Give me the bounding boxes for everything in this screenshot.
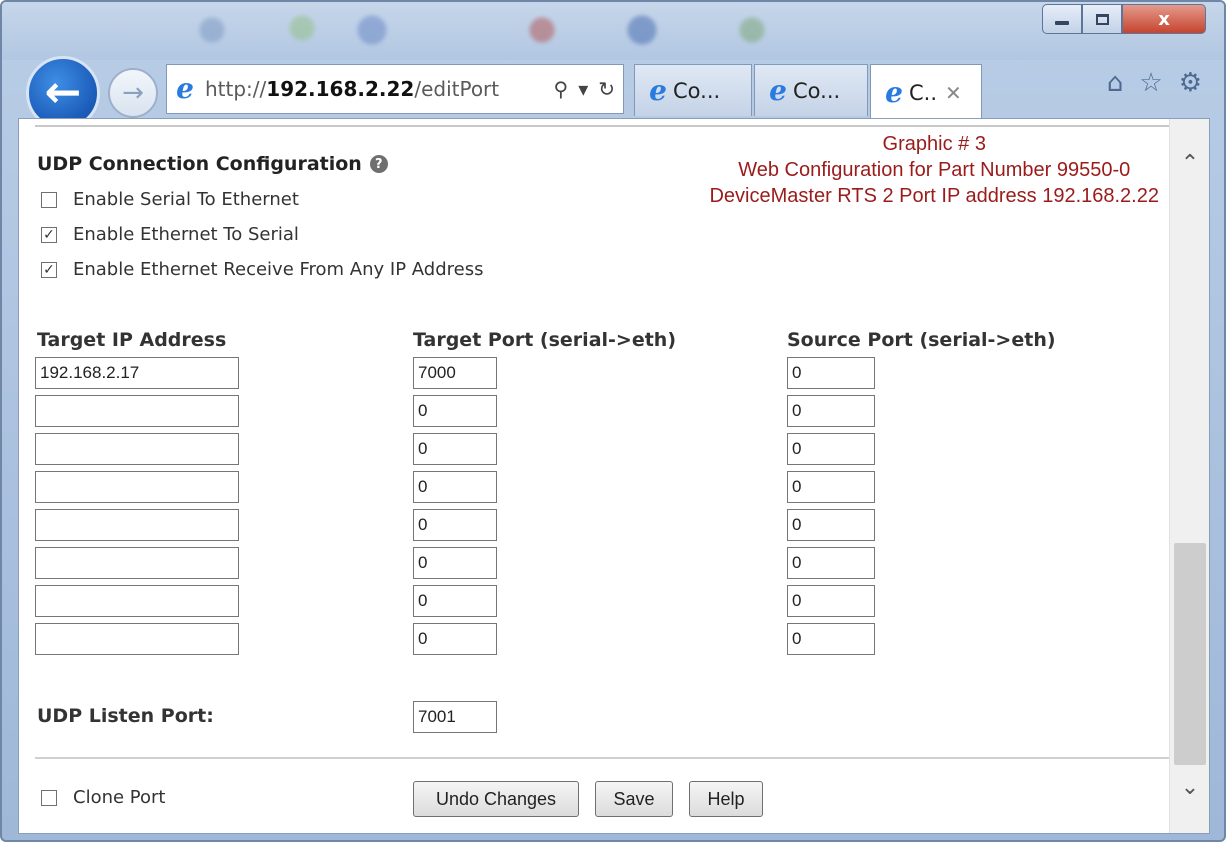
scroll-up-arrow-icon[interactable]: ⌃ xyxy=(1170,143,1210,183)
graphic-note: Graphic # 3 Web Configuration for Part N… xyxy=(709,131,1159,209)
source-port-input[interactable]: 0 xyxy=(787,623,875,655)
tab-label: Co... xyxy=(793,78,841,103)
note-line-3: DeviceMaster RTS 2 Port IP address 192.1… xyxy=(709,185,1159,207)
option-label: Enable Ethernet To Serial xyxy=(73,224,299,245)
close-window-button[interactable]: x xyxy=(1122,4,1206,34)
divider xyxy=(35,757,1173,759)
source-port-input[interactable]: 0 xyxy=(787,395,875,427)
ie-logo-icon: e xyxy=(885,75,903,109)
window-controls: x xyxy=(1042,4,1206,38)
column-header-target-ip: Target IP Address xyxy=(37,329,227,351)
source-port-input[interactable]: 0 xyxy=(787,357,875,389)
source-port-input[interactable]: 0 xyxy=(787,585,875,617)
scroll-down-arrow-icon[interactable]: ⌄ xyxy=(1170,767,1210,807)
tab-label: Co... xyxy=(673,78,721,103)
forward-button[interactable]: → xyxy=(108,68,158,118)
section-title-text: UDP Connection Configuration xyxy=(37,153,362,175)
source-port-input[interactable]: 0 xyxy=(787,471,875,503)
address-bar[interactable]: e http://192.168.2.22/editPort ⚲ ▾ ↻ xyxy=(166,64,624,114)
page-content: UDP Connection Configuration ? Graphic #… xyxy=(18,118,1210,834)
target-port-input[interactable]: 0 xyxy=(413,509,497,541)
clone-port-label: Clone Port xyxy=(73,787,166,808)
udp-listen-port-label: UDP Listen Port: xyxy=(37,705,214,727)
target-ip-input[interactable] xyxy=(35,509,239,541)
close-icon: x xyxy=(1158,8,1170,30)
maximize-button[interactable] xyxy=(1082,4,1122,34)
background-icons xyxy=(182,10,802,50)
udp-listen-port-input[interactable]: 7001 xyxy=(413,701,497,733)
option-receive-any-ip[interactable]: ✓ Enable Ethernet Receive From Any IP Ad… xyxy=(41,259,483,280)
note-line-1: Graphic # 3 xyxy=(882,133,986,155)
source-port-input[interactable]: 0 xyxy=(787,547,875,579)
address-text[interactable]: http://192.168.2.22/editPort xyxy=(205,77,499,101)
ie-logo-icon: e xyxy=(176,72,194,105)
source-port-input[interactable]: 0 xyxy=(787,509,875,541)
tab-label: C.. xyxy=(909,80,938,105)
dropdown-icon[interactable]: ▾ xyxy=(578,77,588,101)
target-port-input[interactable]: 0 xyxy=(413,471,497,503)
address-tools: ⚲ ▾ ↻ xyxy=(554,77,615,101)
favorites-star-icon[interactable]: ☆ xyxy=(1139,68,1162,98)
target-ip-input[interactable] xyxy=(35,623,239,655)
help-button[interactable]: Help xyxy=(689,781,763,817)
settings-gear-icon[interactable]: ⚙ xyxy=(1179,68,1202,98)
tab-close-icon[interactable]: ✕ xyxy=(945,81,962,105)
minimize-button[interactable] xyxy=(1042,4,1082,34)
forward-arrow-icon: → xyxy=(122,78,144,108)
option-serial-to-ethernet[interactable]: Enable Serial To Ethernet xyxy=(41,189,299,210)
address-path: /editPort xyxy=(414,77,500,101)
browser-window: x ← → e http://192.168.2.22/editPort ⚲ ▾… xyxy=(0,0,1226,842)
title-bar: x xyxy=(2,2,1224,60)
tab-1[interactable]: e Co... xyxy=(634,64,752,116)
help-icon[interactable]: ? xyxy=(369,155,388,173)
option-label: Enable Serial To Ethernet xyxy=(73,189,299,210)
target-ip-input[interactable] xyxy=(35,585,239,617)
divider xyxy=(35,125,1173,127)
option-label: Enable Ethernet Receive From Any IP Addr… xyxy=(73,259,484,280)
clone-port-option[interactable]: Clone Port xyxy=(41,787,165,808)
maximize-icon xyxy=(1095,13,1109,25)
target-port-input[interactable]: 7000 xyxy=(413,357,497,389)
target-port-input[interactable]: 0 xyxy=(413,547,497,579)
column-header-target-port: Target Port (serial->eth) xyxy=(413,329,677,351)
target-ip-input[interactable]: 192.168.2.17 xyxy=(35,357,239,389)
vertical-scrollbar[interactable]: ⌃ ⌄ xyxy=(1169,119,1209,833)
minimize-icon xyxy=(1055,21,1069,25)
save-button[interactable]: Save xyxy=(595,781,673,817)
search-icon[interactable]: ⚲ xyxy=(554,77,569,101)
undo-changes-button[interactable]: Undo Changes xyxy=(413,781,579,817)
checkbox[interactable] xyxy=(41,191,57,208)
target-port-input[interactable]: 0 xyxy=(413,433,497,465)
checkbox[interactable] xyxy=(41,789,57,806)
ie-logo-icon: e xyxy=(649,73,667,107)
tab-active[interactable]: e C.. ✕ xyxy=(870,64,982,120)
target-port-input[interactable]: 0 xyxy=(413,585,497,617)
browser-toolbar-icons: ⌂ ☆ ⚙ xyxy=(1107,68,1202,98)
option-ethernet-to-serial[interactable]: ✓ Enable Ethernet To Serial xyxy=(41,224,299,245)
target-port-input[interactable]: 0 xyxy=(413,395,497,427)
back-arrow-icon: ← xyxy=(44,67,82,118)
scroll-thumb[interactable] xyxy=(1174,543,1206,765)
target-ip-input[interactable] xyxy=(35,433,239,465)
checkbox[interactable]: ✓ xyxy=(41,261,57,278)
address-prefix: http:// xyxy=(205,77,267,101)
tab-2[interactable]: e Co... xyxy=(754,64,868,116)
section-title: UDP Connection Configuration ? xyxy=(37,153,388,175)
target-ip-input[interactable] xyxy=(35,471,239,503)
target-port-input[interactable]: 0 xyxy=(413,623,497,655)
column-header-source-port: Source Port (serial->eth) xyxy=(787,329,1056,351)
refresh-icon[interactable]: ↻ xyxy=(598,77,615,101)
ie-logo-icon: e xyxy=(769,73,787,107)
home-icon[interactable]: ⌂ xyxy=(1107,68,1124,98)
note-line-2: Web Configuration for Part Number 99550-… xyxy=(738,159,1131,181)
address-host: 192.168.2.22 xyxy=(266,77,415,101)
target-ip-input[interactable] xyxy=(35,395,239,427)
target-ip-input[interactable] xyxy=(35,547,239,579)
checkbox[interactable]: ✓ xyxy=(41,226,57,243)
source-port-input[interactable]: 0 xyxy=(787,433,875,465)
